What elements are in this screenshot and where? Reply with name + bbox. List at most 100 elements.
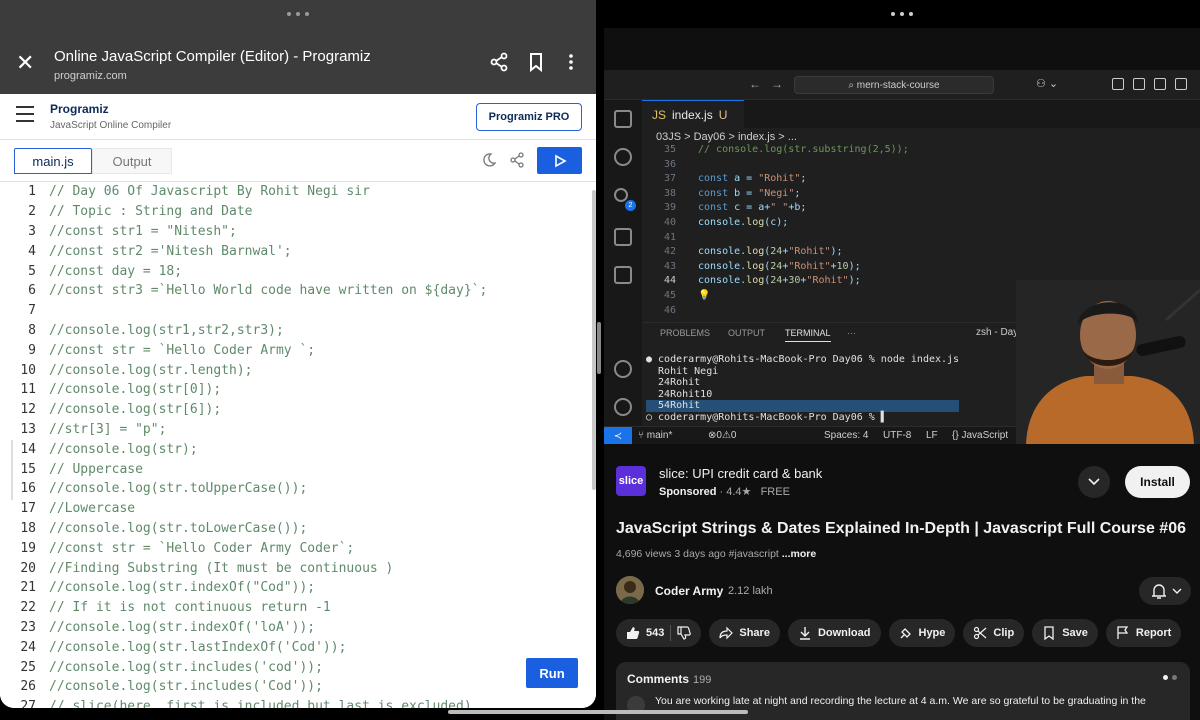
code-text: //console.log(str.indexOf("Cod")); (49, 580, 316, 596)
line-number: 5 (28, 263, 36, 279)
channel-name[interactable]: Coder Army (655, 584, 723, 598)
thumbs-up-icon[interactable] (626, 626, 640, 640)
code-text: //console.log(str.length); (49, 362, 253, 378)
fold-gutter-marker (11, 440, 13, 500)
code-line: 15 // Uppercase (0, 459, 596, 479)
line-number: 26 (20, 679, 36, 695)
window-drag-handle-right[interactable] (604, 0, 1200, 28)
more-vert-icon[interactable] (561, 52, 581, 72)
search-icon (614, 148, 632, 166)
editor-scrollbar[interactable] (592, 190, 596, 490)
code-line: 19 //const str = `Hello Coder Army Coder`… (0, 538, 596, 558)
presenter-webcam (1016, 280, 1200, 444)
code-text: //console.log(str.includes('Cod')); (49, 679, 323, 695)
terminal-line: 24Rohit10 (646, 388, 713, 400)
vscode-code-text: console.log(c); (698, 216, 789, 228)
share-code-icon[interactable] (509, 152, 525, 168)
play-icon (554, 154, 567, 167)
programiz-pro-button[interactable]: Programiz PRO (476, 103, 582, 131)
comments-count: 199 (693, 674, 712, 686)
code-text: //const str2 ='Nitesh Barnwal'; (49, 243, 292, 259)
code-line: 6 //const str3 =`Hello World code have wr… (0, 281, 596, 301)
code-line: 27 // slice(here, first is included but l… (0, 697, 596, 708)
channel-avatar[interactable] (616, 576, 644, 604)
thumbs-down-icon[interactable] (677, 626, 692, 640)
code-line: 21 //console.log(str.indexOf("Cod")); (0, 578, 596, 598)
code-line: 25 //console.log(str.includes('cod')); (0, 657, 596, 677)
line-number: 23 (20, 619, 36, 635)
share-icon[interactable] (489, 52, 509, 72)
sponsored-ad[interactable]: slice slice: UPI credit card & bank Spon… (604, 454, 1200, 512)
copilot-icon: ⚇ ⌄ (1036, 78, 1059, 90)
hype-button[interactable]: Hype (888, 619, 956, 647)
vscode-line-number: 36 (663, 158, 676, 170)
status-language: {} JavaScript (952, 430, 1009, 441)
close-icon[interactable]: ✕ (16, 50, 34, 76)
tab-output[interactable]: Output (92, 148, 172, 174)
panel-tab-terminal: TERMINAL (785, 328, 831, 342)
video-player[interactable]: ← → ⌕ mern-stack-course ⚇ ⌄ 2 JSindex.j (604, 70, 1200, 444)
page-url: programiz.com (54, 70, 127, 82)
report-label: Report (1135, 627, 1172, 639)
vscode-code-line: 42 console.log(24+"Rohit"); (642, 246, 1200, 261)
ad-sponsored-label: Sponsored (659, 486, 717, 498)
split-screen: ✕ Online JavaScript Compiler (Editor) - … (0, 0, 1200, 720)
gesture-bar[interactable] (448, 710, 748, 714)
vscode-code-line: 40 console.log(c); (642, 217, 1200, 232)
run-button[interactable]: Run (526, 658, 578, 688)
line-number: 18 (20, 520, 36, 536)
more-link[interactable]: ...more (782, 548, 816, 560)
video-meta[interactable]: 4,696 views 3 days ago #javascript ...mo… (616, 548, 816, 560)
report-button[interactable]: Report (1105, 619, 1182, 647)
line-number: 4 (28, 243, 36, 259)
vscode-code-text: console.log(24+"Rohit"+10); (698, 260, 861, 272)
scissors-icon (974, 626, 987, 640)
line-number: 11 (20, 382, 36, 398)
code-line: 22 // If it is not continuous return -1 (0, 598, 596, 618)
dark-mode-icon[interactable] (481, 152, 497, 168)
programiz-logo[interactable]: Programiz (50, 102, 109, 116)
ad-title[interactable]: slice: UPI credit card & bank (659, 466, 822, 481)
code-editor[interactable]: 1 // Day 06 Of Javascript By Rohit Negi s… (0, 182, 596, 708)
comments-label: Comments (627, 672, 690, 686)
right-pane-youtube: ← → ⌕ mern-stack-course ⚇ ⌄ 2 JSindex.j (604, 0, 1200, 720)
vscode-tab-index-js: JS index.js U (642, 100, 744, 128)
download-button[interactable]: Download (787, 619, 881, 647)
code-text: //console.log(str[6]); (49, 402, 222, 418)
vscode-code-line: 36 (642, 159, 1200, 174)
terminal-output: ● coderarmy@Rohits-MacBook-Pro Day06 % n… (646, 354, 960, 424)
clip-button[interactable]: Clip (963, 619, 1025, 647)
flag-icon (1117, 626, 1129, 639)
chevron-down-icon (1088, 478, 1100, 486)
notification-bell-button[interactable] (1139, 577, 1191, 605)
code-line: 4 //const str2 ='Nitesh Barnwal'; (0, 241, 596, 261)
bookmark-icon[interactable] (526, 52, 546, 72)
page-title: Online JavaScript Compiler (Editor) - Pr… (54, 48, 371, 65)
run-play-button[interactable] (537, 147, 582, 174)
avatar-image (616, 576, 644, 604)
menu-icon[interactable] (16, 106, 34, 127)
share-label: Share (739, 627, 770, 639)
code-text: // slice(here, first is included but las… (49, 699, 472, 708)
run-debug-icon (614, 228, 632, 246)
vscode-line-number: 45 (663, 289, 676, 301)
code-line: 2 // Topic : String and Date (0, 202, 596, 222)
comments-header: Comments 199 (627, 672, 711, 686)
install-button[interactable]: Install (1125, 466, 1190, 498)
share-button[interactable]: Share (709, 619, 780, 647)
tab-main-js[interactable]: main.js (14, 148, 92, 174)
split-divider-handle[interactable] (597, 322, 601, 374)
save-button[interactable]: Save (1032, 619, 1098, 647)
vscode-search: ⌕ mern-stack-course (794, 76, 994, 94)
layout-icon-3 (1154, 78, 1166, 90)
ad-expand-button[interactable] (1078, 466, 1110, 498)
vscode-code-text (676, 305, 698, 320)
account-icon (614, 360, 632, 378)
ad-meta: Sponsored · 4.4★ FREE (659, 485, 790, 498)
video-title: JavaScript Strings & Dates Explained In-… (616, 520, 1186, 537)
line-number: 19 (20, 540, 36, 556)
vscode-code-line: 39 const c = a+" "+b; (642, 202, 1200, 217)
extensions-icon (614, 266, 632, 284)
like-dislike-button[interactable]: 543 (616, 619, 702, 647)
window-drag-handle[interactable] (0, 0, 596, 28)
